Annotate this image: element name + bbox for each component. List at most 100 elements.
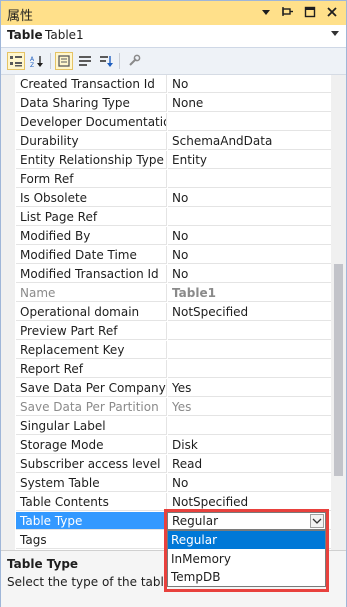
- row-gutter: [1, 132, 15, 151]
- property-row[interactable]: Modified Transaction Id No: [1, 265, 331, 284]
- row-gutter: [1, 322, 15, 341]
- description-text: Select the type of the table: [7, 575, 172, 589]
- row-gutter: [1, 474, 15, 493]
- categorized-icon[interactable]: [7, 52, 25, 70]
- property-value[interactable]: Yes: [168, 379, 331, 397]
- row-gutter: [1, 265, 15, 284]
- property-value[interactable]: None: [168, 94, 331, 112]
- property-row[interactable]: Is Obsolete No: [1, 189, 331, 208]
- events-icon[interactable]: [76, 52, 94, 70]
- property-value[interactable]: No: [168, 246, 331, 264]
- property-row[interactable]: Table Contents NotSpecified: [1, 493, 331, 512]
- row-gutter: [1, 94, 15, 113]
- property-row[interactable]: Modified Date Time No: [1, 246, 331, 265]
- wrench-icon[interactable]: [125, 52, 143, 70]
- maximize-icon[interactable]: [302, 4, 318, 20]
- pin-icon[interactable]: [280, 4, 296, 20]
- property-row[interactable]: Data Sharing Type None: [1, 94, 331, 113]
- property-row[interactable]: Name Table1: [1, 284, 331, 303]
- row-gutter: [1, 113, 15, 132]
- property-name: Modified By: [16, 227, 167, 245]
- property-name: Modified Transaction Id: [16, 265, 167, 283]
- property-value[interactable]: [168, 341, 331, 359]
- property-value[interactable]: No: [168, 265, 331, 283]
- row-gutter: [1, 379, 15, 398]
- property-row[interactable]: List Page Ref: [1, 208, 331, 227]
- property-value[interactable]: No: [168, 189, 331, 207]
- property-value[interactable]: [168, 322, 331, 340]
- property-row[interactable]: Created Transaction Id No: [1, 75, 331, 94]
- property-name: Tags: [16, 531, 167, 549]
- property-row[interactable]: Durability SchemaAndData: [1, 132, 331, 151]
- chevron-down-icon[interactable]: [331, 31, 339, 36]
- property-row[interactable]: System Table No: [1, 474, 331, 493]
- dropdown-option-tempdb[interactable]: TempDB: [168, 568, 325, 586]
- property-row[interactable]: Storage Mode Disk: [1, 436, 331, 455]
- property-value[interactable]: No: [168, 75, 331, 93]
- property-row[interactable]: Preview Part Ref: [1, 322, 331, 341]
- property-value[interactable]: NotSpecified: [168, 493, 331, 511]
- row-gutter: [1, 170, 15, 189]
- row-gutter: [1, 246, 15, 265]
- property-name: Subscriber access level: [16, 455, 167, 473]
- scrollbar-thumb[interactable]: [334, 264, 343, 476]
- row-gutter: [1, 75, 15, 94]
- property-value[interactable]: [168, 113, 331, 131]
- property-name: Operational domain: [16, 303, 167, 321]
- dropdown-option-inmemory[interactable]: InMemory: [168, 550, 325, 568]
- description-title: Table Type: [7, 557, 79, 571]
- row-gutter: [1, 284, 15, 303]
- row-gutter: [1, 512, 15, 531]
- dropdown-arrow-icon[interactable]: [258, 4, 274, 20]
- toolbar-separator: [50, 53, 51, 69]
- alphabetical-icon[interactable]: AZ: [28, 52, 46, 70]
- property-grid: Created Transaction Id No Data Sharing Ty…: [1, 75, 331, 550]
- property-row[interactable]: Singular Label: [1, 417, 331, 436]
- property-value[interactable]: SchemaAndData: [168, 132, 331, 150]
- title-bar-buttons: [258, 4, 340, 20]
- object-kind: Table: [7, 28, 43, 42]
- property-name: Save Data Per Company: [16, 379, 167, 397]
- row-gutter: [1, 417, 15, 436]
- property-value: Table1: [168, 284, 331, 302]
- property-row[interactable]: Subscriber access level Read: [1, 455, 331, 474]
- row-gutter: [1, 189, 15, 208]
- chevron-down-icon[interactable]: [310, 514, 324, 528]
- property-value[interactable]: Entity: [168, 151, 331, 169]
- property-row[interactable]: Save Data Per Partition Yes: [1, 398, 331, 417]
- property-row[interactable]: Report Ref: [1, 360, 331, 379]
- property-value[interactable]: [168, 417, 331, 435]
- property-value[interactable]: Disk: [168, 436, 331, 454]
- property-value[interactable]: No: [168, 474, 331, 492]
- row-gutter: [1, 208, 15, 227]
- properties-icon[interactable]: [55, 52, 73, 70]
- property-row[interactable]: Modified By No: [1, 227, 331, 246]
- property-value[interactable]: [168, 360, 331, 378]
- property-row[interactable]: Developer Documentation: [1, 113, 331, 132]
- property-row[interactable]: Replacement Key: [1, 341, 331, 360]
- property-row[interactable]: Save Data Per Company Yes: [1, 379, 331, 398]
- property-row[interactable]: Entity Relationship Type Entity: [1, 151, 331, 170]
- table-type-combobox[interactable]: Regular: [167, 512, 326, 530]
- object-name: Table1: [45, 28, 84, 42]
- toolbar-separator: [119, 53, 120, 69]
- property-value[interactable]: No: [168, 227, 331, 245]
- sort-icon[interactable]: [97, 52, 115, 70]
- row-gutter: [1, 398, 15, 417]
- property-row[interactable]: Operational domain NotSpecified: [1, 303, 331, 322]
- dropdown-option-regular[interactable]: Regular: [168, 531, 325, 549]
- property-row[interactable]: Form Ref: [1, 170, 331, 189]
- row-gutter: [1, 531, 15, 550]
- row-gutter: [1, 360, 15, 379]
- row-gutter: [1, 455, 15, 474]
- property-name: Durability: [16, 132, 167, 150]
- property-value[interactable]: [168, 170, 331, 188]
- property-value[interactable]: [168, 208, 331, 226]
- property-name: Form Ref: [16, 170, 167, 188]
- close-icon[interactable]: [324, 4, 340, 20]
- property-value[interactable]: Read: [168, 455, 331, 473]
- property-name: Report Ref: [16, 360, 167, 378]
- row-gutter: [1, 227, 15, 246]
- object-selector[interactable]: Table Table1: [1, 25, 346, 48]
- property-value[interactable]: NotSpecified: [168, 303, 331, 321]
